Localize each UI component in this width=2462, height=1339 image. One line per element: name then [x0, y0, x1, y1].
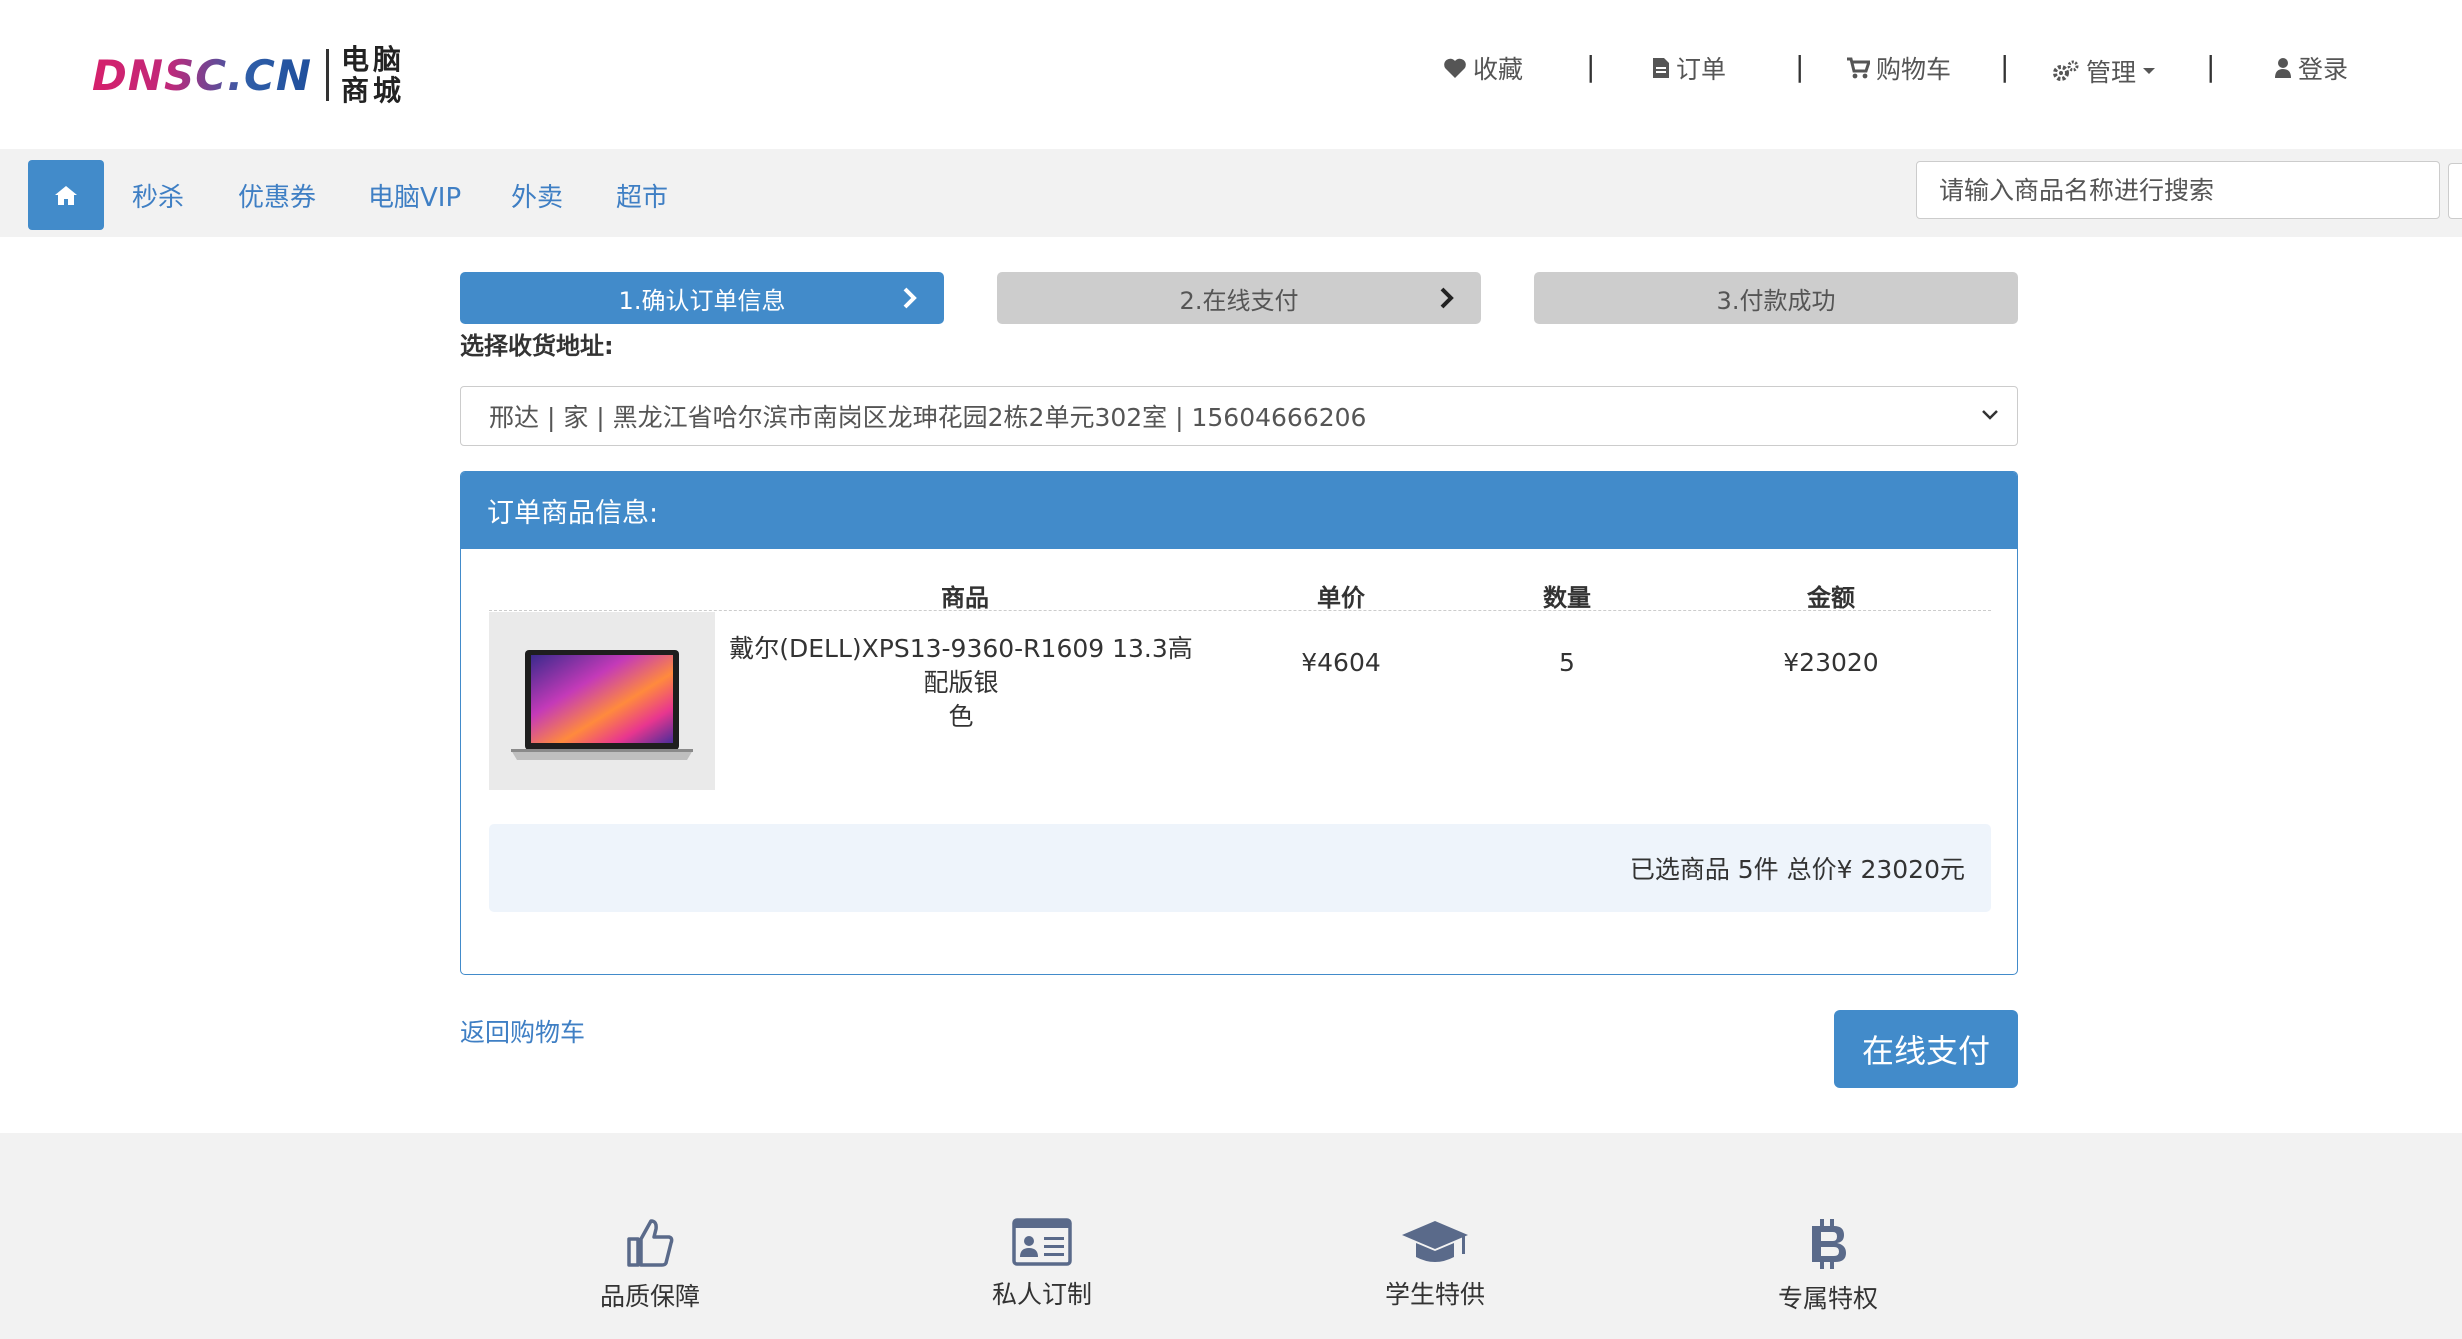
- subnav-link-vip[interactable]: 电脑VIP: [368, 177, 461, 214]
- step-label: 3.付款成功: [1716, 286, 1836, 315]
- laptop-image: [511, 650, 693, 760]
- search-button[interactable]: [2448, 163, 2462, 219]
- step-online-payment: 2.在线支付: [997, 272, 1481, 324]
- chevron-right-icon: [1440, 287, 1454, 309]
- address-select[interactable]: 邢达 | 家 | 黑龙江省哈尔滨市南岗区龙珅花园2栋2单元302室 | 1560…: [460, 386, 2018, 446]
- id-card-icon: [1012, 1218, 1072, 1266]
- address-selected-value: 邢达 | 家 | 黑龙江省哈尔滨市南岗区龙珅花园2栋2单元302室 | 1560…: [489, 403, 1367, 432]
- back-to-cart-link[interactable]: 返回购物车: [460, 1013, 585, 1049]
- user-icon: [2275, 58, 2291, 78]
- nav-orders-label: 订单: [1676, 55, 1727, 84]
- feature-custom-order[interactable]: 私人订制: [942, 1217, 1142, 1311]
- chevron-down-icon: [1982, 410, 1998, 420]
- graduation-cap-icon: [1402, 1221, 1468, 1262]
- header-divider: [489, 610, 1991, 611]
- column-header-unit-price: 单价: [1317, 584, 1365, 612]
- logo-chinese-name: 电脑商城: [341, 43, 406, 107]
- feature-quality-guarantee[interactable]: 品质保障: [550, 1217, 750, 1313]
- home-button[interactable]: [28, 160, 104, 230]
- nav-separator: |: [2206, 50, 2216, 83]
- thumbs-up-icon: [627, 1219, 674, 1267]
- logo-text: DNSC.CN: [92, 50, 313, 100]
- line-amount: ¥23020: [1783, 648, 1879, 677]
- search-input[interactable]: [1916, 161, 2440, 219]
- online-pay-button[interactable]: 在线支付: [1834, 1010, 2018, 1088]
- product-name-line1: 戴尔(DELL)XPS13-9360-R1609 13.3高配版银: [729, 634, 1193, 697]
- subnav-link-seckill[interactable]: 秒杀: [132, 177, 184, 214]
- nav-cart-label: 购物车: [1876, 55, 1952, 84]
- gears-icon: [2053, 60, 2079, 81]
- file-icon: [1653, 58, 1669, 78]
- cart-icon: [1847, 57, 1870, 79]
- feature-label: 品质保障: [599, 1282, 700, 1311]
- logo-divider: [326, 49, 330, 101]
- panel-title: 订单商品信息:: [461, 472, 2017, 549]
- step-label: 2.在线支付: [1179, 286, 1299, 315]
- step-confirm-order: 1.确认订单信息: [460, 272, 944, 324]
- nav-orders[interactable]: 订单: [1652, 50, 1726, 86]
- subnav-link-coupons[interactable]: 优惠券: [238, 177, 316, 214]
- step-label: 1.确认订单信息: [618, 286, 786, 315]
- order-items-panel: 订单商品信息: 商品 单价 数量 金额 戴尔(DELL)XPS13-9360-R…: [460, 471, 2018, 975]
- product-name[interactable]: 戴尔(DELL)XPS13-9360-R1609 13.3高配版银 色: [721, 632, 1201, 734]
- home-icon: [55, 186, 77, 205]
- nav-manage-dropdown[interactable]: 管理: [2052, 53, 2162, 89]
- caret-down-icon: [2143, 68, 2156, 74]
- feature-label: 学生特供: [1384, 1280, 1485, 1309]
- order-summary-text: 已选商品 5件 总价¥ 23020元: [1629, 855, 1965, 884]
- nav-cart[interactable]: 购物车: [1846, 50, 1951, 86]
- nav-separator: |: [1795, 50, 1805, 83]
- step-payment-success: 3.付款成功: [1534, 272, 2018, 324]
- address-label: 选择收货地址:: [460, 332, 614, 360]
- nav-favorites-label: 收藏: [1473, 55, 1524, 84]
- nav-manage-label: 管理: [2086, 58, 2137, 87]
- product-image[interactable]: [489, 612, 715, 790]
- nav-favorites[interactable]: 收藏: [1443, 50, 1523, 86]
- subnav-link-takeout[interactable]: 外卖: [511, 177, 563, 214]
- site-logo[interactable]: DNSC.CN 电脑商城: [92, 44, 415, 106]
- feature-label: 私人订制: [991, 1280, 1092, 1309]
- nav-separator: |: [1586, 50, 1596, 83]
- subnav-link-supermarket[interactable]: 超市: [616, 177, 668, 214]
- column-header-quantity: 数量: [1543, 584, 1591, 612]
- feature-label: 专属特权: [1777, 1284, 1878, 1313]
- quantity: 5: [1559, 648, 1575, 677]
- feature-student-offer[interactable]: 学生特供: [1335, 1217, 1535, 1311]
- column-header-product: 商品: [941, 584, 989, 612]
- unit-price: ¥4604: [1301, 648, 1381, 677]
- chevron-right-icon: [903, 287, 917, 309]
- feature-exclusive-privilege[interactable]: 专属特权: [1728, 1217, 1928, 1315]
- nav-login[interactable]: 登录: [2274, 50, 2348, 86]
- site-footer: 品质保障 私人订制 学生特供 专属特权: [0, 1133, 2462, 1339]
- nav-separator: |: [2000, 50, 2010, 83]
- product-name-line2: 色: [948, 702, 974, 731]
- nav-login-label: 登录: [2298, 55, 2349, 84]
- column-header-amount: 金额: [1807, 584, 1855, 612]
- order-summary: 已选商品 5件 总价¥ 23020元: [489, 824, 1991, 912]
- category-nav-bar: 秒杀 优惠券 电脑VIP 外卖 超市: [0, 149, 2462, 237]
- bitcoin-icon: [1812, 1219, 1846, 1269]
- heart-icon: [1444, 58, 1466, 78]
